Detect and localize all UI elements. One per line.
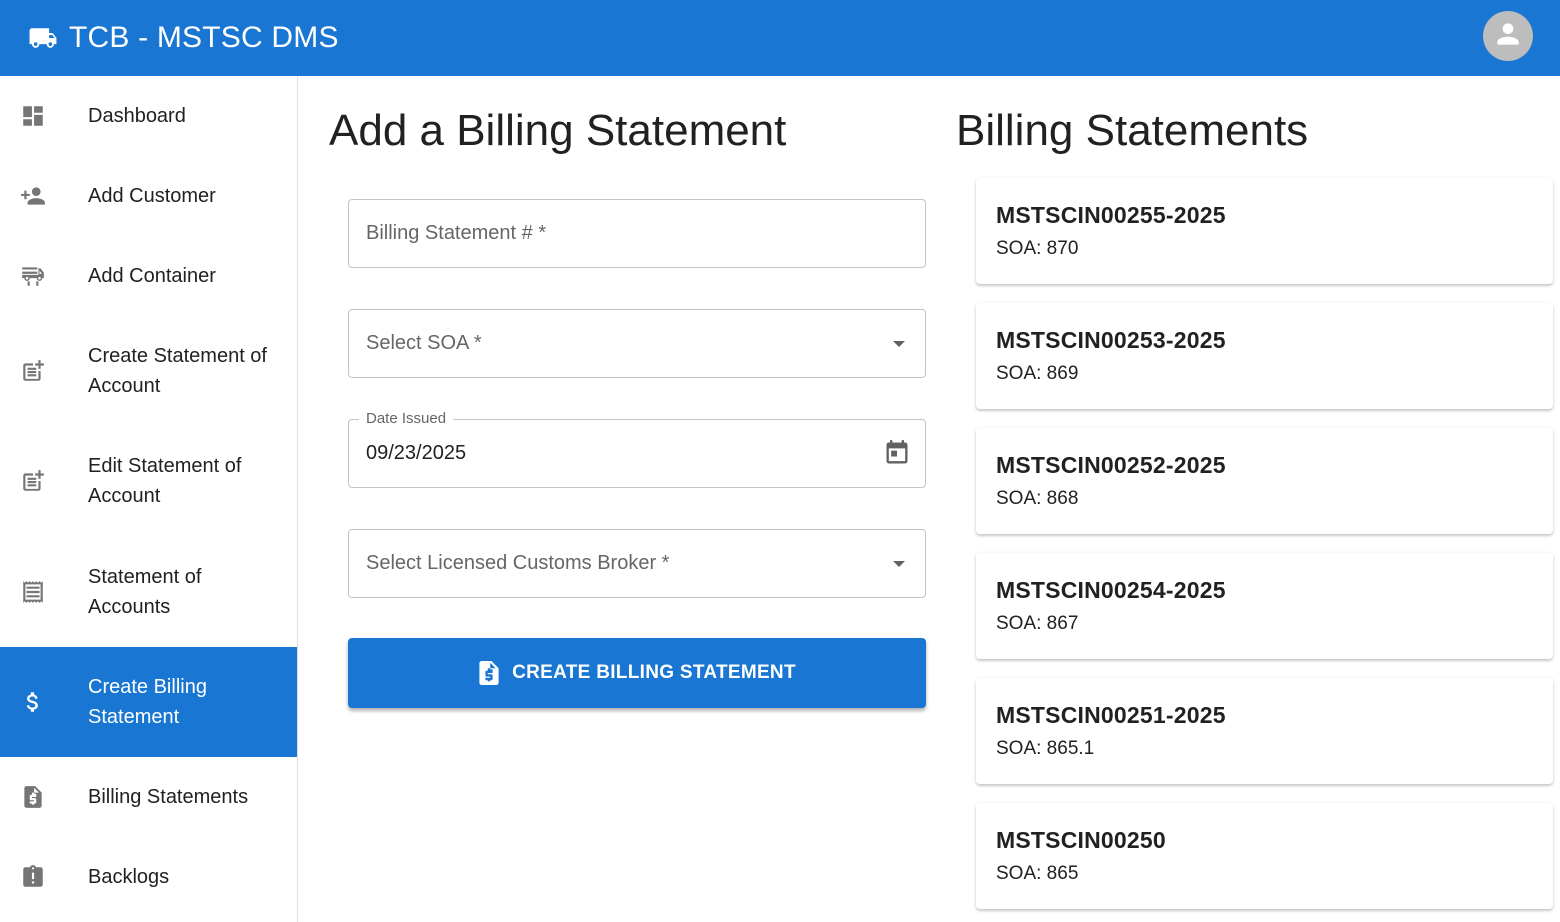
soa-select[interactable]: Select SOA * [348,309,926,378]
request-quote-icon [20,784,46,810]
date-issued-label: Date Issued [359,410,454,427]
sidebar-item-label: Statement of Accounts [88,565,202,618]
billing-statement-soa: SOA: 867 [996,613,1079,634]
assignment-late-icon [20,864,46,890]
billing-statement-card[interactable]: MSTSCIN00254-2025 SOA: 867 [976,553,1553,659]
sidebar-item-statement-of-accounts[interactable]: Statement of Accounts [0,536,297,647]
billing-statement-card[interactable]: MSTSCIN00253-2025 SOA: 869 [976,303,1553,409]
date-issued-value: 09/23/2025 [366,442,467,464]
container-truck-icon [20,263,46,289]
list-heading: Billing Statements [956,106,1309,155]
sidebar-item-label: Create Statement of Account [88,345,267,397]
sidebar-item-label: Backlogs [88,866,170,888]
user-avatar-button[interactable] [1483,11,1533,61]
post-add-icon [20,358,46,384]
chevron-down-icon [893,561,905,567]
sidebar-item-label: Billing Statements [88,786,249,808]
billing-statement-soa: SOA: 870 [996,238,1079,259]
billing-statement-number-placeholder: Billing Statement # * [366,222,547,244]
sidebar-item-create-soa[interactable]: Create Statement of Account [0,316,297,426]
app-title: TCB - MSTSC DMS [69,21,339,54]
sidebar: Dashboard Add Customer Add Container Cre… [0,76,298,922]
request-quote-icon [478,661,500,685]
receipt-icon [20,579,46,605]
sidebar-item-add-customer[interactable]: Add Customer [0,156,297,236]
dollar-icon [20,689,46,715]
billing-statement-soa: SOA: 869 [996,363,1079,384]
calendar-icon[interactable] [883,439,911,467]
billing-statement-number: MSTSCIN00252-2025 [996,452,1226,478]
form-heading: Add a Billing Statement [329,106,787,155]
chevron-down-icon [893,341,905,347]
customs-broker-placeholder: Select Licensed Customs Broker * [366,552,670,574]
billing-statement-card[interactable]: MSTSCIN00252-2025 SOA: 868 [976,428,1553,534]
sidebar-item-billing-statements[interactable]: Billing Statements [0,757,297,837]
sidebar-item-add-container[interactable]: Add Container [0,236,297,316]
create-billing-statement-label: CREATE BILLING STATEMENT [512,662,796,683]
person-icon [1492,18,1524,55]
truck-icon [28,27,58,49]
sidebar-item-dashboard[interactable]: Dashboard [0,76,297,156]
sidebar-item-label: Dashboard [88,105,186,127]
billing-statement-number-input[interactable]: Billing Statement # * [348,199,926,268]
billing-statement-soa: SOA: 865 [996,863,1079,884]
sidebar-item-label: Edit Statement of Account [88,455,242,507]
customs-broker-select[interactable]: Select Licensed Customs Broker * [348,529,926,598]
billing-statement-card[interactable]: MSTSCIN00251-2025 SOA: 865.1 [976,678,1553,784]
billing-statement-number: MSTSCIN00253-2025 [996,327,1226,353]
sidebar-item-create-billing-statement[interactable]: Create Billing Statement [0,647,297,757]
billing-statement-card[interactable]: MSTSCIN00255-2025 SOA: 870 [976,178,1553,284]
sidebar-item-edit-soa[interactable]: Edit Statement of Account [0,426,297,536]
sidebar-item-backlogs[interactable]: Backlogs [0,837,297,917]
post-add-icon [20,468,46,494]
person-add-icon [20,183,46,209]
billing-statement-number: MSTSCIN00255-2025 [996,202,1226,228]
billing-statement-number: MSTSCIN00254-2025 [996,577,1226,603]
dashboard-icon [20,103,46,129]
sidebar-item-label: Create Billing Statement [88,676,207,728]
create-billing-statement-button[interactable]: CREATE BILLING STATEMENT [348,638,926,708]
billing-statement-soa: SOA: 868 [996,488,1079,509]
billing-statement-card[interactable]: MSTSCIN00250 SOA: 865 [976,803,1553,909]
billing-statement-number: MSTSCIN00251-2025 [996,702,1226,728]
soa-select-placeholder: Select SOA * [366,332,482,354]
sidebar-item-label: Add Container [88,265,216,287]
sidebar-item-label: Add Customer [88,185,216,207]
date-issued-field[interactable]: Date Issued 09/23/2025 [348,410,926,488]
billing-statement-number: MSTSCIN00250 [996,827,1166,853]
billing-statement-soa: SOA: 865.1 [996,738,1095,759]
app-bar: TCB - MSTSC DMS [0,0,1560,76]
